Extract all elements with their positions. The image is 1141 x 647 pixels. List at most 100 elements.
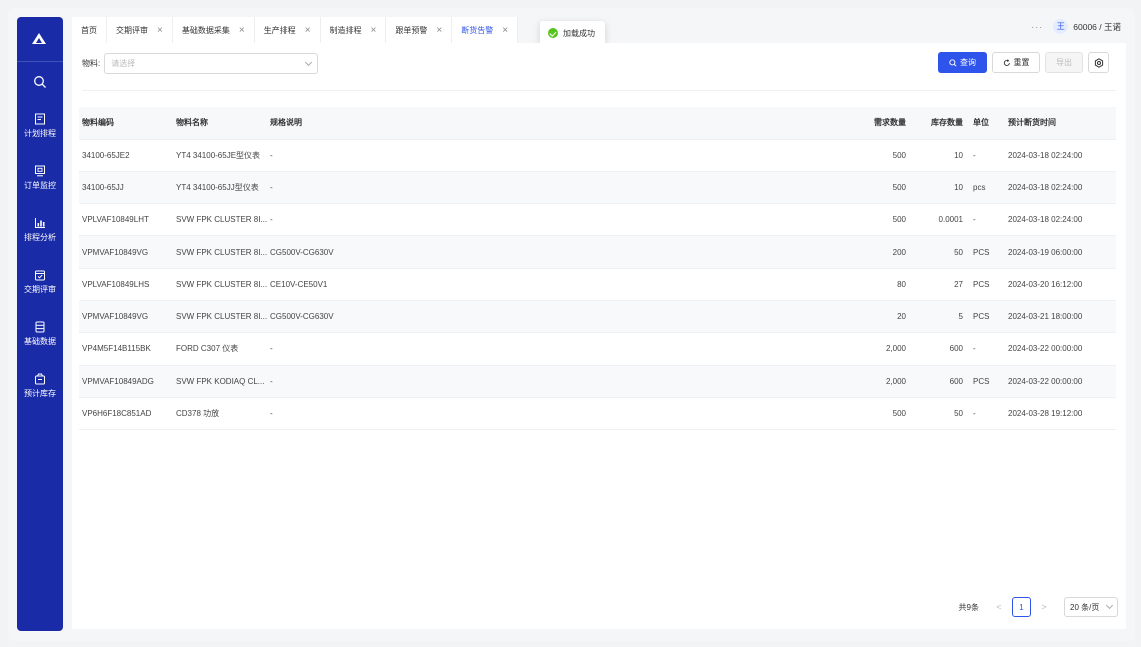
cell-demand-qty: 500 (857, 171, 913, 205)
cell-stock-qty: 600 (913, 332, 970, 366)
sidebar-item-label: 交期评审 (24, 285, 56, 294)
table-row[interactable]: 34100-65JJ YT4 34100-65JJ型仪表 -500 10 pcs 2024… (79, 171, 1116, 205)
cell-unit: PCS (970, 235, 1005, 269)
select-placeholder: 请选择 (111, 59, 136, 68)
cell-demand-qty: 500 (857, 397, 913, 431)
query-button[interactable]: 查询 (938, 52, 987, 73)
sidebar-divider (17, 61, 63, 62)
table-row[interactable]: VPMVAF10849VG SVW FPK CLUSTER 8I... CG500V… (79, 300, 1116, 334)
col-header-material-code[interactable]: 物料编码 (79, 107, 173, 140)
sidebar-item-plan[interactable]: 计划排程 (17, 113, 63, 139)
tab-base-data-collection[interactable]: 基础数据采集 × (172, 17, 255, 43)
user-name[interactable]: 60006 / 王诺 (1073, 21, 1121, 33)
sidebar-item-label: 预计库存 (24, 389, 56, 398)
col-header-stockout-time[interactable]: 预计断货时间 (1005, 107, 1116, 140)
query-button-label: 查询 (960, 58, 976, 67)
close-icon[interactable]: × (305, 25, 311, 36)
page-size-select[interactable]: 20 条/页 (1064, 597, 1118, 617)
reset-button-label: 重置 (1013, 58, 1030, 67)
close-icon[interactable]: × (157, 25, 163, 36)
col-header-stock-qty[interactable]: 库存数量 (913, 107, 970, 140)
col-header-spec[interactable]: 规格说明 (267, 107, 857, 140)
close-icon[interactable]: × (239, 25, 245, 36)
col-header-material-name[interactable]: 物料名称 (173, 107, 267, 140)
cell-unit: PCS (970, 365, 1005, 398)
cell-material-code: VP6H6F18C851AD (79, 397, 173, 431)
cell-material-code: VPLVAF10849LHT (79, 203, 173, 237)
cell-spec: - (267, 365, 857, 398)
success-toast: 加载成功 (540, 21, 605, 45)
tab-label: 生产排程 (263, 25, 296, 35)
cell-stockout-time: 2024-03-20 16:12:00 (1005, 268, 1116, 301)
material-select[interactable]: 请选择 (104, 53, 319, 74)
cell-stockout-time: 2024-03-19 06:00:00 (1005, 235, 1116, 269)
cell-demand-qty: 2,000 (857, 332, 913, 366)
tab-order-warning[interactable]: 跟单预警 × (386, 17, 453, 43)
cell-unit: pcs (970, 171, 1005, 205)
calendar-check-icon (35, 270, 45, 281)
cell-stock-qty: 10 (913, 171, 970, 205)
table-row[interactable]: VPMVAF10849VG SVW FPK CLUSTER 8I... CG500V… (79, 235, 1116, 269)
main-panel: 物料: 请选择 查询 重置 导出 物料编码 物料名称 规格说明 需求数量 库存数… (72, 43, 1126, 629)
user-area: ··· 王 60006 / 王诺 (1031, 19, 1121, 34)
cell-stock-qty: 50 (913, 235, 970, 269)
reset-button[interactable]: 重置 (992, 52, 1040, 73)
table-row[interactable]: VPLVAF10849LHS SVW FPK CLUSTER 8I... CE10V… (79, 268, 1116, 301)
cell-material-code: 34100-65JE2 (79, 139, 173, 172)
sidebar-item-projected-inventory[interactable]: 预计库存 (17, 373, 63, 399)
chevron-down-icon (1105, 601, 1114, 610)
search-icon[interactable] (33, 75, 47, 91)
chevron-down-icon (305, 58, 313, 66)
divider (82, 90, 1116, 91)
table-row[interactable]: VP6H6F18C851AD CD378 功放 -500 50-2024-03-28 … (79, 397, 1116, 431)
table-row[interactable]: VP4M5F14B115BK FORD C307 仪表 -2,000 600-2024… (79, 332, 1116, 366)
close-icon[interactable]: × (502, 25, 508, 36)
cell-material-name: SVW FPK CLUSTER 8I... (173, 300, 267, 334)
search-icon (949, 58, 957, 67)
col-header-demand-qty[interactable]: 需求数量 (857, 107, 913, 140)
cell-stock-qty: 600 (913, 365, 970, 398)
table-row[interactable]: VPMVAF10849ADG SVW FPK KODIAQ CL... -2,000… (79, 365, 1116, 398)
cell-material-code: 34100-65JJ (79, 171, 173, 205)
monitor-icon (35, 165, 45, 177)
close-icon[interactable]: × (436, 25, 442, 36)
chevron-left-icon[interactable]: < (989, 597, 1009, 617)
export-button-label: 导出 (1056, 58, 1072, 67)
cell-material-name: SVW FPK CLUSTER 8I... (173, 268, 267, 301)
sidebar-item-label: 排程分析 (24, 233, 56, 242)
tab-manufacturing-schedule[interactable]: 制造排程 × (320, 17, 387, 43)
sidebar-item-schedule-analysis[interactable]: 排程分析 (17, 217, 63, 243)
tab-stockout-alert[interactable]: 断货告警 × (452, 17, 519, 43)
tab-home[interactable]: 首页 (72, 17, 107, 43)
col-header-unit[interactable]: 单位 (970, 107, 1005, 140)
sidebar-item-base-data[interactable]: 基础数据 (17, 321, 63, 347)
tab-delivery-review[interactable]: 交期评审 × (107, 17, 173, 43)
tab-label: 基础数据采集 (181, 25, 230, 35)
cell-demand-qty: 20 (857, 300, 913, 334)
cell-spec: CG500V-CG630V (267, 300, 857, 334)
cell-unit: PCS (970, 300, 1005, 334)
cell-spec: CE10V-CE50V1 (267, 268, 857, 301)
tab-label: 跟单预警 (395, 25, 428, 35)
cell-demand-qty: 500 (857, 139, 913, 172)
avatar[interactable]: 王 (1053, 19, 1069, 34)
cell-demand-qty: 500 (857, 203, 913, 237)
stockout-table: 物料编码 物料名称 规格说明 需求数量 库存数量 单位 预计断货时间 34100… (79, 107, 1116, 431)
more-icon[interactable]: ··· (1031, 22, 1043, 32)
table-row[interactable]: 34100-65JE2 YT4 34100-65JE型仪表 -500 10-2024-… (79, 139, 1116, 172)
close-icon[interactable]: × (371, 25, 377, 36)
sidebar-item-label: 订单监控 (24, 181, 56, 190)
page-number-button[interactable]: 1 (1012, 597, 1031, 617)
cell-spec: - (267, 397, 857, 431)
gear-icon (1094, 57, 1103, 68)
sidebar-item-delivery-review[interactable]: 交期评审 (17, 269, 63, 295)
table-row[interactable]: VPLVAF10849LHT SVW FPK CLUSTER 8I... -500 0… (79, 203, 1116, 237)
tab-label: 交期评审 (116, 25, 148, 35)
export-button[interactable]: 导出 (1045, 52, 1083, 73)
settings-button[interactable] (1088, 52, 1109, 73)
cell-spec: - (267, 332, 857, 366)
cell-spec: - (267, 139, 857, 172)
chevron-right-icon[interactable]: > (1034, 597, 1054, 617)
tab-production-schedule[interactable]: 生产排程 × (254, 17, 321, 43)
sidebar-item-order-monitor[interactable]: 订单监控 (17, 165, 63, 191)
